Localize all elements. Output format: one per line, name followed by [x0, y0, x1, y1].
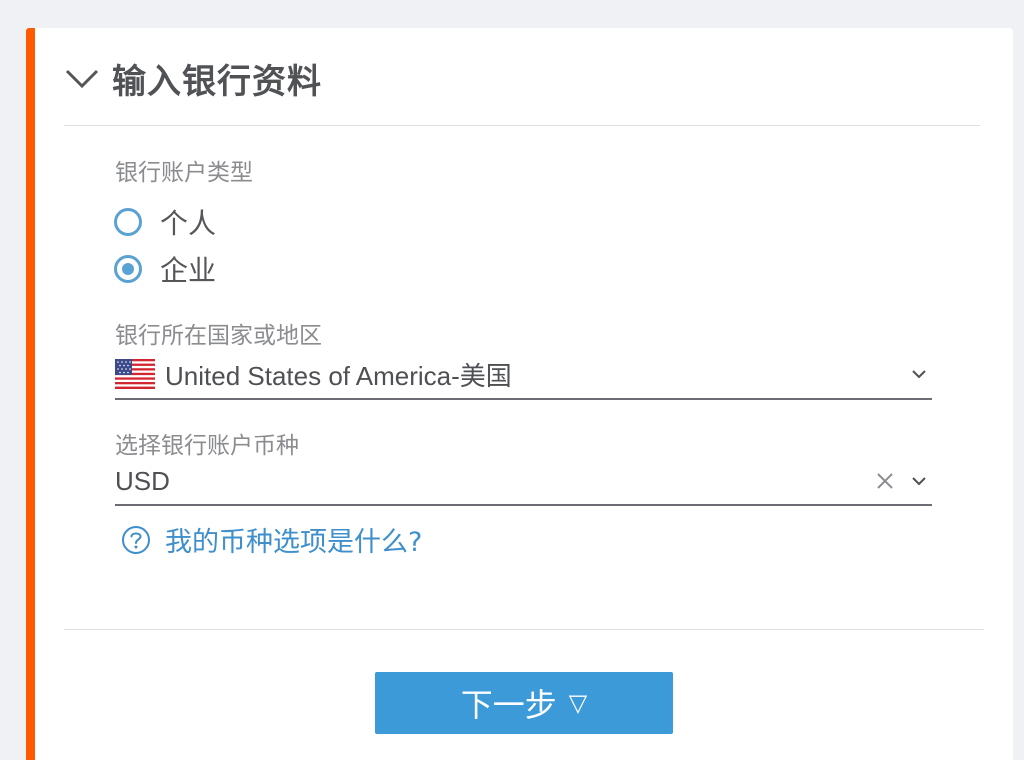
radio-button-business[interactable]: [114, 255, 142, 283]
help-link-text[interactable]: 我的币种选项是什么?: [165, 520, 422, 559]
radio-button-personal[interactable]: [114, 208, 142, 236]
radio-option-personal[interactable]: 个人: [114, 202, 216, 242]
radio-label-business: 企业: [160, 254, 217, 287]
dropdown-caret-icon[interactable]: [908, 363, 930, 385]
next-step-button[interactable]: 下一步 ▽: [375, 672, 673, 734]
section-header[interactable]: 输入银行资料: [64, 50, 322, 106]
account-type-label: 银行账户类型: [115, 160, 253, 186]
bank-details-card: 输入银行资料 银行账户类型 个人 企业 银行所在国家或地区 United Sta…: [26, 28, 1013, 760]
currency-select[interactable]: USD: [115, 458, 932, 506]
triangle-down-icon: ▽: [568, 689, 588, 717]
next-step-label: 下一步: [460, 686, 557, 724]
card-accent-bar: [26, 28, 35, 760]
header-divider: [64, 125, 980, 126]
currency-label: 选择银行账户币种: [115, 433, 299, 459]
bank-country-select[interactable]: United States of America-美国: [115, 350, 932, 400]
bank-country-value: United States of America-美国: [165, 360, 512, 391]
currency-help-link[interactable]: 我的币种选项是什么?: [121, 520, 422, 559]
dropdown-caret-icon[interactable]: [908, 470, 930, 492]
clear-icon[interactable]: [874, 470, 896, 492]
us-flag-icon: [115, 359, 155, 389]
radio-label-personal: 个人: [160, 207, 217, 240]
section-title: 输入银行资料: [112, 61, 322, 102]
currency-value: USD: [115, 465, 170, 496]
bank-country-label: 银行所在国家或地区: [115, 323, 322, 349]
footer-divider: [64, 629, 984, 630]
question-circle-icon: [122, 525, 150, 554]
radio-option-business[interactable]: 企业: [114, 249, 216, 289]
chevron-down-icon[interactable]: [64, 66, 100, 90]
